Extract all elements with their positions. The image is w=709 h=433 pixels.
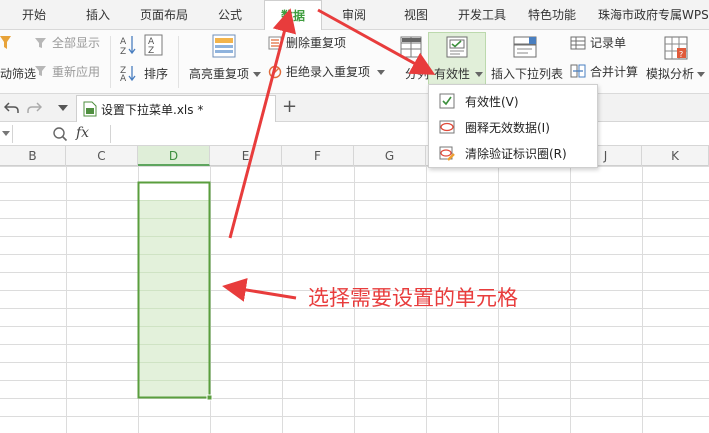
document-tab[interactable]: 设置下拉菜单.xls * [76, 95, 276, 122]
menu-item-label: 清除验证标识圈(R) [465, 147, 567, 161]
menu-tab-bar: 开始 插入 页面布局 公式 数据 审阅 视图 开发工具 特色功能 珠海市政府专属… [0, 0, 709, 31]
formula-divider [110, 125, 111, 143]
highlight-duplicates-icon [212, 34, 236, 58]
function-fx-button[interactable]: fx [76, 125, 89, 141]
record-form-button[interactable]: 记录单 [590, 35, 626, 51]
chevron-down-icon[interactable] [58, 105, 68, 112]
ribbon-toolbar: 动筛选 全部显示 重新应用 A Z A Z Z A 排序 高亮重复项 删除重复项… [0, 30, 709, 94]
tab-data[interactable]: 数据 [264, 0, 322, 31]
chevron-down-icon[interactable] [377, 70, 385, 76]
svg-text:A: A [120, 74, 127, 82]
column-header-k[interactable]: K [642, 146, 709, 166]
reapply-button[interactable]: 重新应用 [52, 64, 100, 80]
sort-ascending-icon[interactable]: A Z [120, 34, 136, 56]
chevron-down-icon[interactable] [475, 72, 483, 78]
remove-duplicates-button[interactable]: 删除重复项 [286, 35, 346, 51]
tab-view[interactable]: 视图 [404, 0, 428, 30]
tab-zhuhai-wps[interactable]: 珠海市政府专属WPS [598, 0, 709, 30]
insert-dropdown-list-icon [513, 36, 537, 58]
column-header-c[interactable]: C [66, 146, 138, 166]
tab-page-layout[interactable]: 页面布局 [140, 0, 188, 30]
text-to-columns-icon [400, 36, 422, 58]
show-all-button[interactable]: 全部显示 [52, 35, 100, 51]
circle-invalid-icon [439, 120, 455, 134]
remove-duplicates-icon [268, 36, 282, 50]
tab-review[interactable]: 审阅 [342, 0, 366, 30]
chevron-down-icon[interactable] [697, 72, 705, 78]
menu-item-validity[interactable]: 有效性(V) [429, 88, 597, 114]
chevron-down-icon[interactable] [253, 72, 261, 78]
show-all-icon [35, 38, 46, 48]
svg-text:Z: Z [120, 47, 126, 56]
annotation-text: 选择需要设置的单元格 [308, 286, 518, 310]
validity-dropdown-menu: 有效性(V) 圈释无效数据(I) 清除验证标识圈(R) [428, 84, 598, 168]
validity-icon[interactable] [446, 36, 468, 58]
ribbon-separator [110, 36, 111, 88]
consolidate-icon [570, 64, 586, 78]
highlight-duplicates-button[interactable]: 高亮重复项 [189, 66, 249, 82]
sort-custom-icon[interactable]: A Z [144, 34, 164, 56]
fill-handle[interactable] [206, 394, 213, 401]
column-header-g[interactable]: G [354, 146, 426, 166]
svg-text:?: ? [679, 50, 683, 59]
svg-text:A: A [120, 37, 127, 47]
zoom-search-icon[interactable] [52, 126, 68, 142]
menu-item-label: 圈释无效数据(I) [465, 121, 550, 135]
spreadsheet-file-icon [83, 101, 97, 117]
reject-duplicate-entry-button[interactable]: 拒绝录入重复项 [286, 64, 370, 80]
record-form-icon [570, 36, 586, 50]
text-to-columns-button[interactable]: 分列 [405, 66, 429, 82]
menu-item-circle-invalid-data[interactable]: 圈释无效数据(I) [429, 114, 597, 140]
tab-insert[interactable]: 插入 [86, 0, 110, 30]
column-headers: B C D E F G H I J K [0, 146, 709, 166]
active-cell[interactable] [138, 182, 210, 200]
insert-dropdown-list-button[interactable]: 插入下拉列表 [491, 66, 563, 82]
undo-icon[interactable] [4, 101, 20, 115]
consolidate-button[interactable]: 合并计算 [590, 64, 638, 80]
svg-text:Z: Z [148, 46, 154, 56]
tab-special-features[interactable]: 特色功能 [528, 0, 576, 30]
document-tab-bar: 设置下拉菜单.xls * + [0, 94, 709, 122]
clear-circles-icon [439, 146, 455, 161]
menu-item-clear-validation-circles[interactable]: 清除验证标识圈(R) [429, 140, 597, 166]
sort-button[interactable]: 排序 [144, 66, 168, 82]
column-header-f[interactable]: F [282, 146, 354, 166]
validity-button[interactable]: 有效性 [434, 66, 470, 82]
name-box-divider [12, 125, 13, 143]
tab-home[interactable]: 开始 [22, 0, 46, 30]
tab-developer[interactable]: 开发工具 [458, 0, 506, 30]
sort-descending-icon[interactable]: Z A [120, 64, 136, 82]
auto-filter-button[interactable]: 动筛选 [0, 66, 36, 82]
redo-icon[interactable] [26, 101, 42, 115]
menu-item-label: 有效性(V) [465, 95, 519, 109]
chevron-down-icon[interactable] [2, 131, 10, 137]
reapply-icon [35, 66, 46, 76]
ribbon-separator [178, 36, 179, 88]
validity-icon [439, 93, 455, 109]
reject-duplicate-icon [268, 65, 282, 79]
what-if-analysis-icon: ? [664, 36, 688, 60]
tab-formulas[interactable]: 公式 [218, 0, 242, 30]
column-header-d[interactable]: D [138, 146, 210, 166]
column-header-e[interactable]: E [210, 146, 282, 166]
what-if-analysis-button[interactable]: 模拟分析 [646, 66, 694, 82]
column-header-b[interactable]: B [0, 146, 66, 166]
document-tab-label: 设置下拉菜单.xls * [101, 103, 204, 117]
formula-bar: fx [0, 122, 709, 146]
new-tab-button[interactable]: + [282, 96, 297, 117]
filter-icon [0, 36, 11, 49]
